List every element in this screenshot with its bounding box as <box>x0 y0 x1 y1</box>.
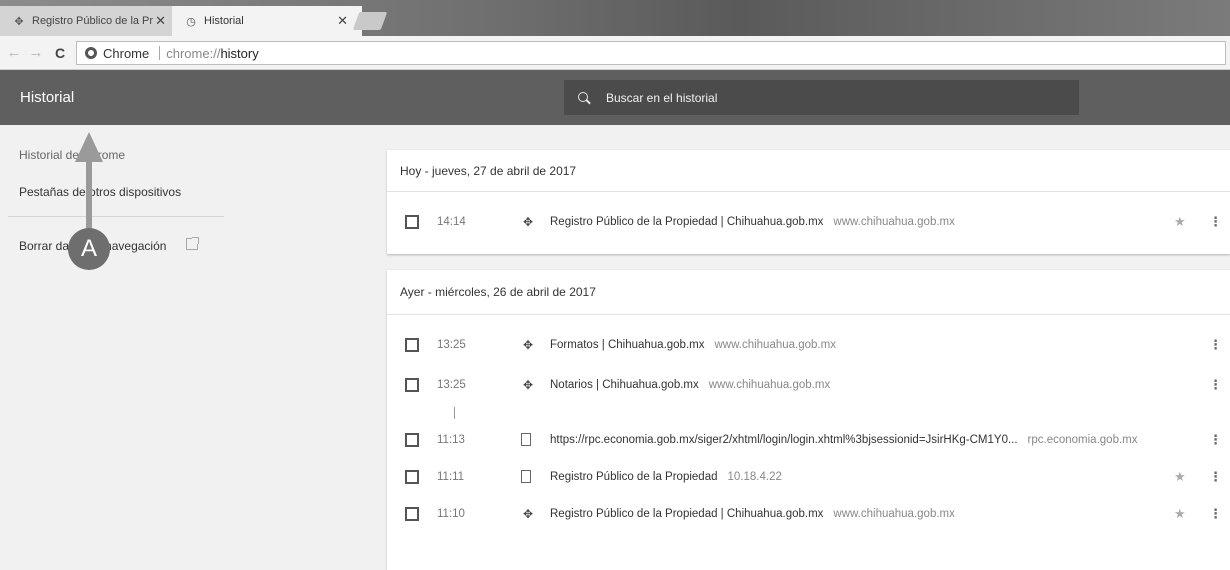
puzzle-icon: ✥ <box>522 214 534 229</box>
entry-domain: 10.18.4.22 <box>727 470 782 483</box>
puzzle-icon: ✥ <box>522 377 534 392</box>
annotation-badge: A <box>68 228 110 270</box>
entry-domain: www.chihuahua.gob.mx <box>833 215 955 228</box>
history-entry[interactable]: 11:11 Registro Público de la Propiedad 10… <box>387 459 1230 494</box>
url-text[interactable]: chrome://history <box>166 46 258 61</box>
entry-title[interactable]: Registro Público de la Propiedad | Chihu… <box>550 216 955 228</box>
chip-label: Chrome <box>103 45 150 61</box>
divider <box>159 46 161 60</box>
close-icon[interactable]: ✕ <box>337 13 348 29</box>
history-entry[interactable]: 11:10 ✥ Registro Público de la Propiedad… <box>387 496 1230 531</box>
entry-domain: rpc.economia.gob.mx <box>1027 433 1138 446</box>
history-entry[interactable]: 11:13 https://rpc.economia.gob.mx/siger2… <box>387 422 1230 457</box>
address-bar[interactable]: Chrome chrome://history <box>76 41 1226 65</box>
sidebar: Historial de Chrome Pestañas de otros di… <box>0 125 225 567</box>
history-entry[interactable]: 14:14 ✥ Registro Público de la Propiedad… <box>387 204 1230 239</box>
more-vert-icon[interactable]: ⋮ <box>1209 469 1222 485</box>
entry-title[interactable]: Registro Público de la Propiedad | Chihu… <box>550 508 955 520</box>
entry-title[interactable]: https://rpc.economia.gob.mx/siger2/xhtml… <box>550 434 1138 446</box>
entry-time: 13:25 <box>437 338 466 351</box>
entry-checkbox[interactable] <box>405 432 419 447</box>
site-chip[interactable]: Chrome <box>77 46 157 61</box>
entry-time: 14:14 <box>437 215 466 228</box>
entry-checkbox[interactable] <box>405 506 419 521</box>
page-title: Historial <box>20 89 75 106</box>
history-entry[interactable]: 13:25 ✥ Notarios | Chihuahua.gob.mx www.c… <box>387 367 1230 402</box>
entry-checkbox[interactable] <box>405 337 419 352</box>
history-header: Historial <box>0 70 1230 125</box>
sidebar-divider <box>8 216 224 217</box>
external-link-icon[interactable] <box>186 237 199 250</box>
puzzle-icon: ✥ <box>522 506 534 521</box>
more-vert-icon[interactable]: ⋮ <box>1209 377 1222 393</box>
entry-domain: www.chihuahua.gob.mx <box>708 378 831 391</box>
entry-domain: www.chihuahua.gob.mx <box>833 507 955 520</box>
history-card-today: Hoy - jueves, 27 de abril de 2017 14:14 … <box>387 150 1230 254</box>
entry-checkbox[interactable] <box>405 469 419 484</box>
tab-label: Registro Público de la Pr <box>32 15 154 27</box>
entry-title[interactable]: Formatos | Chihuahua.gob.mx www.chihuahua… <box>550 339 836 351</box>
star-icon[interactable]: ★ <box>1174 469 1186 485</box>
puzzle-icon: ✥ <box>14 15 24 28</box>
more-vert-icon[interactable]: ⋮ <box>1209 506 1222 522</box>
sidebar-item-other-devices[interactable]: Pestañas de otros dispositivos <box>19 185 181 199</box>
history-card-yesterday: Ayer - miércoles, 26 de abril de 2017 13… <box>387 270 1230 570</box>
more-vert-icon[interactable]: ⋮ <box>1209 432 1222 448</box>
history-icon: ◷ <box>186 15 196 28</box>
entry-time: 11:10 <box>437 507 465 520</box>
back-icon[interactable]: ← <box>6 44 22 61</box>
close-icon[interactable]: ✕ <box>155 13 166 29</box>
tab-historial[interactable]: ◷ Historial ✕ <box>172 6 362 36</box>
puzzle-icon: ✥ <box>522 337 534 352</box>
entry-title[interactable]: Registro Público de la Propiedad 10.18.4.… <box>550 471 782 483</box>
entry-time: 11:13 <box>437 433 465 446</box>
star-icon[interactable]: ★ <box>1174 506 1186 522</box>
entry-time: 11:11 <box>437 470 465 483</box>
chrome-icon <box>85 47 97 59</box>
star-icon[interactable]: ★ <box>1174 214 1186 230</box>
reload-icon[interactable]: C <box>52 45 68 61</box>
date-heading: Hoy - jueves, 27 de abril de 2017 <box>387 150 1230 192</box>
tab-registro[interactable]: ✥ Registro Público de la Pr ✕ <box>0 6 180 36</box>
search-icon <box>578 91 590 104</box>
entry-checkbox[interactable] <box>405 377 419 392</box>
forward-icon[interactable]: → <box>28 44 44 61</box>
document-icon <box>521 433 531 446</box>
tab-label: Historial <box>204 15 244 27</box>
more-vert-icon[interactable]: ⋮ <box>1209 214 1222 230</box>
divider <box>454 407 455 419</box>
tab-strip: ✥ Registro Público de la Pr ✕ ◷ Historia… <box>0 0 1230 36</box>
history-entry[interactable]: 13:25 ✥ Formatos | Chihuahua.gob.mx www.c… <box>387 327 1230 362</box>
new-tab-button[interactable] <box>352 12 388 30</box>
search-box[interactable] <box>564 80 1079 115</box>
browser-toolbar: ← → C Chrome chrome://history <box>0 36 1230 70</box>
entry-title[interactable]: Notarios | Chihuahua.gob.mx www.chihuahua… <box>550 379 830 391</box>
entry-domain: www.chihuahua.gob.mx <box>714 338 836 351</box>
search-input[interactable] <box>606 90 1046 105</box>
more-vert-icon[interactable]: ⋮ <box>1209 337 1222 353</box>
document-icon <box>521 470 531 483</box>
entry-time: 13:25 <box>437 378 466 391</box>
date-heading: Ayer - miércoles, 26 de abril de 2017 <box>387 270 1230 315</box>
sidebar-item-chrome-history[interactable]: Historial de Chrome <box>19 148 125 162</box>
annotation-arrow-head <box>75 132 103 162</box>
entry-checkbox[interactable] <box>405 214 419 229</box>
